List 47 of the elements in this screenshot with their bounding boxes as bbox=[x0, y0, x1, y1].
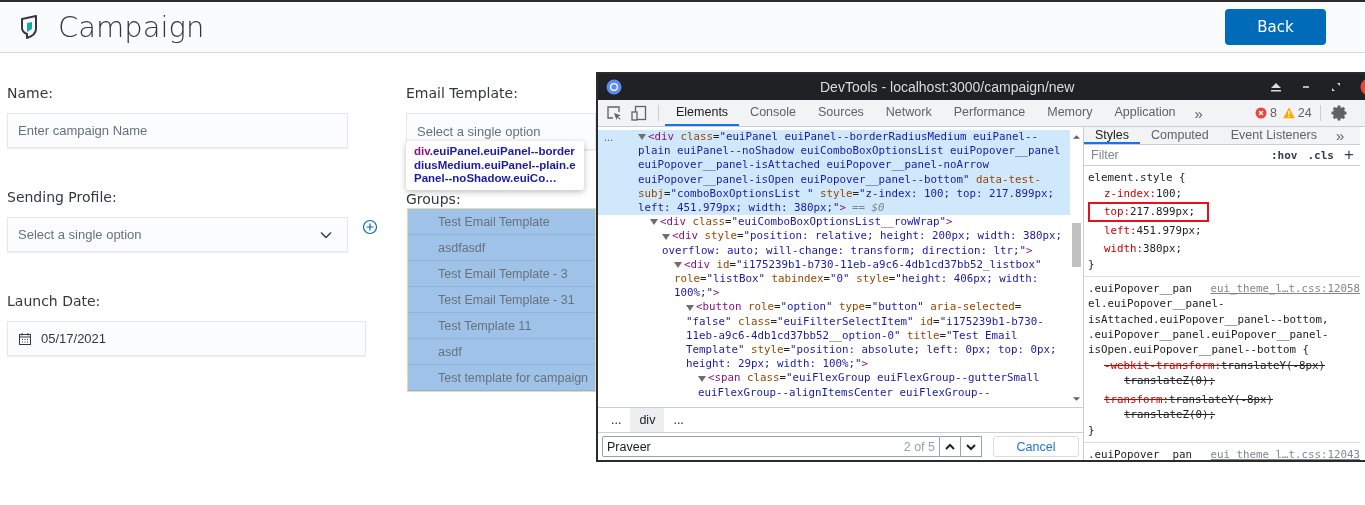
css-declaration: width:380px; bbox=[1103, 240, 1184, 257]
css-selector: .euiPopover__panel.euiPopover__panel- bbox=[1088, 326, 1329, 343]
css-declaration: -webkit-transform:translateY(-8px) translateZ(0); bbox=[1103, 358, 1327, 390]
html-code-line: height: 29px; width: 100%;"> bbox=[686, 357, 869, 372]
css-selector: .euiPopover__pan bbox=[1088, 447, 1192, 460]
field-label: Email Template: bbox=[406, 84, 518, 103]
warning-count: 24 bbox=[1297, 106, 1312, 120]
css-selector: .euiPopover__pan bbox=[1088, 281, 1192, 297]
field-label: Sending Profile: bbox=[7, 188, 117, 207]
html-code-line: subj="comboBoxOptionsList " style="z-index: 100; top: 217.899px; bbox=[638, 186, 1055, 201]
field-label: Groups: bbox=[406, 191, 461, 207]
css-declaration: left:451.979px; bbox=[1103, 222, 1203, 239]
page-title: Campaign bbox=[58, 10, 205, 44]
html-code-line: role="listBox" tabindex="0" style="height: 406px; width: bbox=[674, 272, 1039, 287]
field-label: Name: bbox=[7, 84, 54, 103]
css-declaration: top:217.899px; bbox=[1088, 202, 1210, 222]
html-code-line: euiPopover__panel-isAttached euiPopover__panel-noArrow bbox=[638, 158, 989, 173]
html-code-line: euiPopover__panel-isOpen euiPopover__panel--bottom" data-test- bbox=[638, 172, 1042, 187]
field-label: Launch Date: bbox=[7, 292, 101, 311]
html-code-line: Template" style="position: absolute; left: 0px; top: 0px; bbox=[686, 343, 1057, 358]
html-code-line: <div id="i175239b1-b730-11eb-a9c6-4db1cd37bb52_listbox" bbox=[684, 257, 1042, 273]
html-code-line: <span class="euiFlexGroup euiFlexGroup--gutterSmall bbox=[708, 371, 1040, 386]
html-code-line: <div style="position: relative; height: 200px; width: 380px; bbox=[672, 229, 1063, 244]
element-selector-text: diusMedium.euiPanel--plain.e bbox=[414, 158, 576, 172]
css-declaration: transform:translateY(-8px) translateZ(0); bbox=[1103, 391, 1275, 423]
html-code-line: euiFlexGroup--alignItemsCenter euiFlexGroup-- bbox=[698, 385, 991, 400]
html-code-line: "false" class="euiFilterSelectItem" id="i175239b1-b730- bbox=[686, 314, 1044, 329]
css-selector: isOpen.euiPopover__panel--bottom { bbox=[1088, 342, 1309, 358]
element-selector-text: Panel--noShadow.euiCo… bbox=[414, 172, 558, 186]
html-code-line: 11eb-a9c6-4db1cd37bb52__option-0" title="Test Email bbox=[686, 328, 1018, 344]
html-code-line: 100%;"> bbox=[674, 286, 720, 301]
closing-brace: } bbox=[1088, 257, 1095, 273]
error-count: 8 bbox=[1269, 106, 1277, 120]
html-code-line: <button role="option" type="button" aria-selected= bbox=[696, 300, 1022, 315]
closing-brace: } bbox=[1088, 423, 1095, 439]
css-selector: element.style { bbox=[1088, 170, 1186, 186]
window-title: DevTools - localhost:3000/campaign/new bbox=[820, 79, 1075, 95]
match-count: 2 of 5 bbox=[903, 439, 935, 454]
css-selector: el.euiPopover__panel- bbox=[1088, 296, 1225, 312]
html-code-line: <div class="euiComboBoxOptionsList__rowWrap"> bbox=[660, 215, 953, 230]
css-declaration: z-index:100; bbox=[1103, 186, 1184, 203]
selected-node-marker: == $0 bbox=[852, 201, 885, 216]
html-code-line: <div class="euiPanel euiPanel--borderRadiusMedium euiPanel-- bbox=[648, 130, 1039, 145]
html-code-line: left: 451.979px; width: 380px;"> bbox=[638, 201, 847, 216]
html-code-line: overflow: auto; will-change: transform; direction: ltr;"> bbox=[662, 243, 1033, 258]
html-code-line: plain euiPanel--noShadow euiComboBoxOptionsList euiPopover__panel bbox=[638, 144, 1061, 159]
css-selector: isAttached.euiPopover__panel--bottom, bbox=[1088, 311, 1329, 327]
